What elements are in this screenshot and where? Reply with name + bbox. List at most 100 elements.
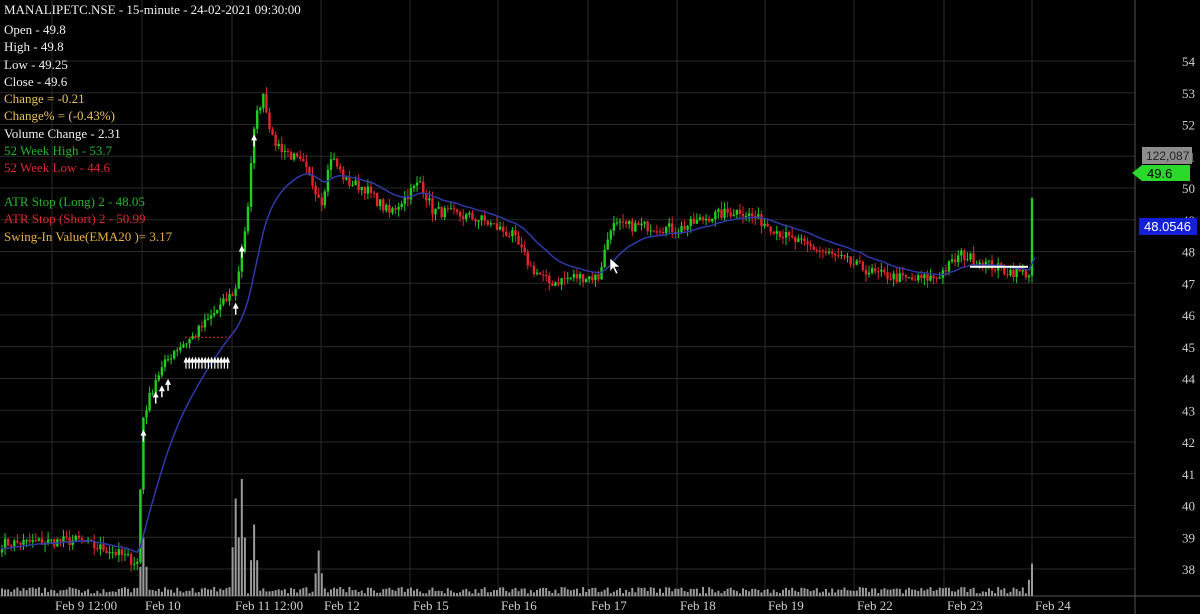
volume-bar: [68, 587, 71, 596]
volume-bar: [634, 592, 637, 596]
volume-bar: [517, 591, 520, 596]
volume-bar: [603, 589, 606, 596]
volume-bar: [37, 587, 40, 596]
volume-bar: [520, 588, 523, 596]
candle-body: [262, 93, 265, 109]
candle-body: [209, 315, 213, 319]
candle-body: [870, 268, 874, 273]
volume-bar: [19, 590, 22, 596]
candle-body: [126, 554, 130, 556]
candle-body: [797, 238, 800, 242]
candle-body: [723, 208, 726, 218]
candle-body: [671, 223, 674, 233]
candle-body: [120, 549, 124, 555]
volume-bar: [62, 590, 65, 596]
candle-body: [299, 156, 302, 159]
volume-bar: [1003, 588, 1006, 596]
candle-body: [963, 250, 966, 261]
volume-bar: [757, 589, 760, 596]
volume-bar: [575, 588, 578, 596]
candle-body: [228, 294, 231, 301]
volume-bar: [416, 588, 419, 596]
candle-body: [892, 273, 895, 280]
candle-body: [646, 221, 649, 232]
candle-body: [717, 209, 720, 212]
volume-bar: [428, 589, 431, 596]
ohlc-line: Low - 49.25: [4, 56, 68, 72]
volume-bar: [326, 592, 329, 596]
y-tick-label: 39: [1182, 530, 1195, 545]
candle-body: [49, 539, 53, 541]
volume-bar: [938, 587, 941, 596]
candle-body: [483, 215, 486, 221]
volume-bar: [1021, 587, 1024, 596]
candle-body: [880, 269, 883, 272]
y-tick-label: 54: [1182, 54, 1196, 69]
volume-bar: [207, 589, 209, 596]
volume-bar: [93, 593, 96, 596]
candle-body: [111, 552, 114, 554]
volume-bar: [157, 588, 160, 596]
volume-bar: [385, 588, 388, 596]
volume-bar: [828, 592, 831, 596]
volume-bar: [834, 592, 837, 596]
candle-body: [474, 219, 477, 222]
last-price-tag-label: 49.6: [1147, 166, 1172, 181]
volume-bar: [692, 589, 695, 596]
volume-bar: [474, 589, 477, 596]
volume-bar: [323, 588, 326, 596]
candle-body: [744, 215, 748, 217]
x-tick-label: Feb 15: [413, 598, 449, 613]
candle-body: [425, 193, 428, 201]
candle-body: [1009, 269, 1012, 276]
volume-bar: [529, 590, 532, 596]
candle-body: [19, 542, 22, 545]
volume-bar: [1012, 587, 1015, 596]
candle-body: [163, 359, 167, 368]
candle-body: [532, 265, 536, 275]
volume-bar: [606, 587, 609, 596]
candle-body: [415, 182, 419, 186]
candle-body: [468, 213, 471, 215]
volume-bar: [406, 588, 409, 596]
candle-body: [987, 260, 991, 262]
volume-bar: [486, 592, 489, 596]
volume-bar: [668, 587, 671, 596]
volume-bar: [864, 587, 867, 596]
volume-bar: [880, 589, 883, 596]
candle-body: [514, 230, 517, 236]
volume-bar: [594, 587, 597, 596]
candle-body: [711, 218, 714, 222]
candle-body: [418, 181, 422, 183]
volume-bar: [671, 591, 674, 596]
volume-bar: [145, 566, 148, 596]
volume-bar: [496, 590, 499, 596]
candle-body: [609, 230, 612, 240]
volume-bar: [631, 587, 634, 596]
candle-body: [781, 236, 785, 238]
candle-body: [428, 198, 431, 201]
volume-bar: [136, 588, 139, 596]
candle-body: [714, 211, 717, 219]
candle-body: [148, 393, 151, 411]
candle-body: [972, 253, 975, 265]
x-tick-label: Feb 12: [324, 598, 360, 613]
candle-body: [65, 536, 68, 538]
candle-body: [818, 250, 822, 252]
volume-bar: [351, 590, 354, 596]
volume-bar: [431, 587, 434, 596]
candle-body: [803, 238, 806, 242]
volume-bar: [1009, 591, 1012, 596]
volume-bar: [296, 592, 299, 596]
candle-body: [323, 191, 327, 206]
candle-body: [695, 219, 699, 224]
candle-body: [440, 207, 443, 218]
candle-body: [569, 277, 573, 279]
candle-body: [345, 177, 348, 180]
y-tick-label: 43: [1182, 403, 1195, 418]
volume-bar: [1006, 593, 1009, 596]
volume-bar: [625, 589, 628, 596]
candle-body: [858, 260, 862, 262]
volume-bar: [246, 593, 249, 596]
ohlc-line: 52 Week High - 53.7: [4, 143, 113, 159]
